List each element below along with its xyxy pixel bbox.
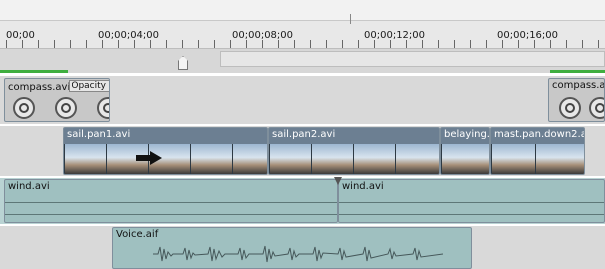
clip-thumbnail-icon: [13, 97, 35, 119]
clip-thumbnail-icon: [55, 97, 77, 119]
clip-thumbnail-icon: [589, 97, 604, 119]
video-clip-compass[interactable]: compass.avi Opacity: [4, 78, 110, 122]
clip-thumbnail-icon: [559, 97, 581, 119]
audio-clip-wind-1[interactable]: wind.avi: [4, 179, 338, 223]
audio-clip-wind-2[interactable]: wind.avi: [338, 179, 605, 223]
video-clip-mast-pan-down2[interactable]: mast.pan.down2.av: [490, 127, 585, 175]
video-clip-compass-end[interactable]: compass.av: [548, 78, 605, 122]
viewing-area-end-marker[interactable]: [350, 14, 365, 24]
clip-name: Voice.aif: [116, 229, 159, 240]
clip-thumbnail-icon: [97, 97, 109, 119]
audio-clip-voice[interactable]: Voice.aif: [112, 227, 472, 269]
timecode-4: 00;00;04;00: [98, 30, 160, 41]
video-clip-belaying[interactable]: belaying.p: [440, 127, 490, 175]
clip-name: sail.pan2.avi: [272, 129, 336, 140]
audio-waveform: [5, 202, 337, 203]
effect-dropdown-label: Opacity: [72, 81, 106, 91]
work-area-rendered-bar-right: [550, 70, 605, 73]
ruler-viewing-area-bar[interactable]: [0, 0, 605, 21]
clip-name: compass.avi: [8, 82, 71, 93]
timecode-16: 00;00;16;00: [497, 30, 559, 41]
audio-waveform: [153, 244, 444, 264]
clip-name: sail.pan1.avi: [67, 129, 131, 140]
work-area-range[interactable]: [220, 51, 605, 67]
clip-name: wind.avi: [342, 181, 384, 192]
video-clip-sail-pan1[interactable]: sail.pan1.avi: [63, 127, 268, 175]
work-area-rendered-bar: [0, 70, 68, 73]
audio-waveform: [5, 214, 337, 215]
clip-name: mast.pan.down2.av: [494, 129, 585, 140]
audio-waveform: [339, 202, 604, 203]
clip-name: wind.avi: [8, 181, 50, 192]
effect-dropdown[interactable]: Opacity: [69, 80, 109, 92]
clip-name: compass.av: [552, 80, 605, 91]
timecode-8: 00;00;08;00: [232, 30, 294, 41]
timecode-12: 00;00;12;00: [364, 30, 426, 41]
audio-waveform: [339, 214, 604, 215]
clip-name: belaying.p: [444, 129, 490, 140]
video-clip-sail-pan2[interactable]: sail.pan2.avi: [268, 127, 440, 175]
play-arrow-icon: [136, 150, 162, 165]
timecode-0: 00;00: [6, 30, 35, 41]
